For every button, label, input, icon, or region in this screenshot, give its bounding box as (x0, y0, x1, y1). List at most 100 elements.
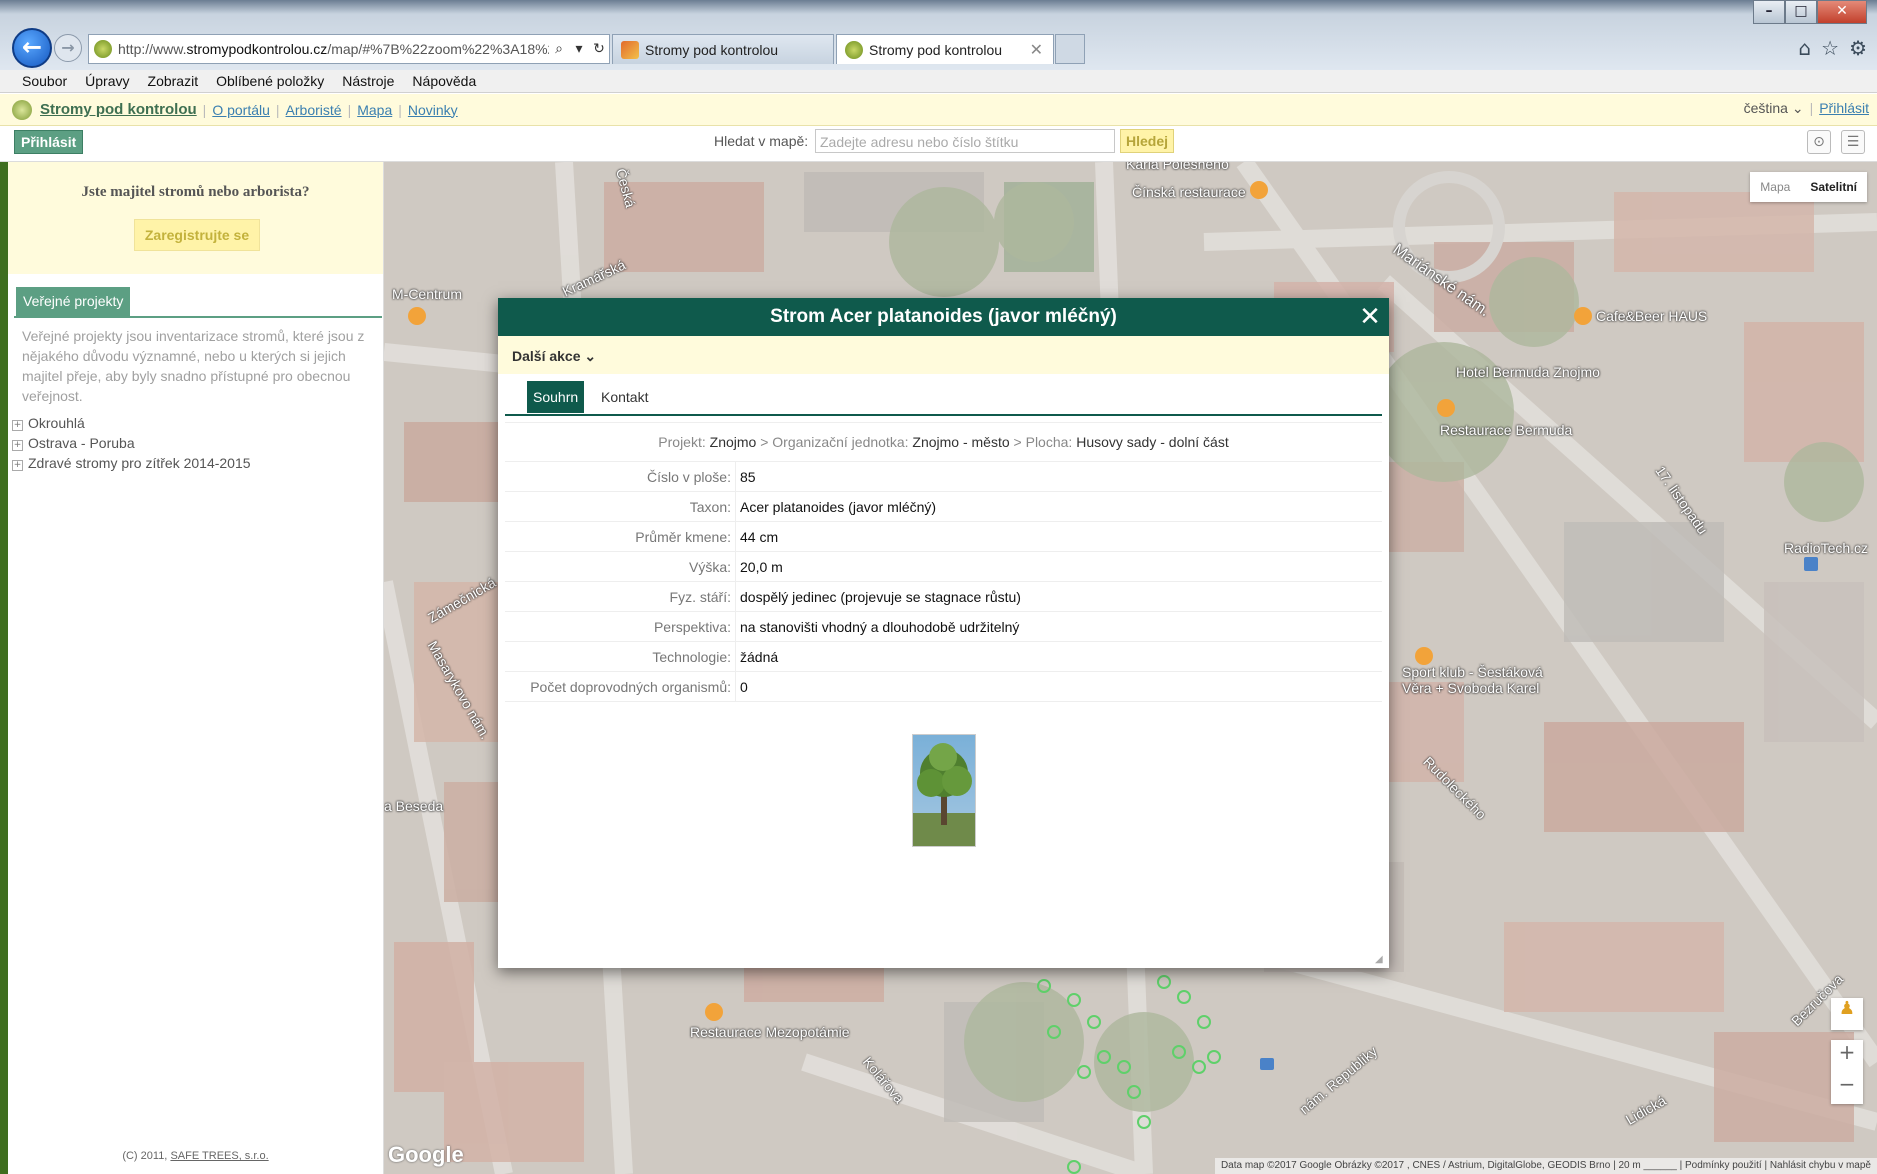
maximize-button[interactable]: □ (1785, 0, 1817, 24)
property-value: 44 cm (735, 521, 1382, 552)
address-bar[interactable]: http://www.stromypodkontrolou.cz/map/#%7… (88, 34, 610, 64)
tab-favicon-icon (845, 40, 863, 59)
property-label: Perspektiva: (505, 611, 736, 642)
forward-button[interactable]: → (54, 34, 82, 62)
project-item[interactable]: + Okrouhlá (12, 415, 85, 431)
locate-icon[interactable]: ⊙ (1807, 130, 1831, 154)
tab-underline (14, 316, 382, 318)
expand-icon[interactable]: + (12, 420, 23, 431)
refresh-icon[interactable]: ↻ (589, 41, 609, 57)
breadcrumb-label: Projekt: (658, 434, 706, 450)
nav-separator: | (398, 101, 402, 118)
table-row: Číslo v ploše: 85 (505, 462, 1382, 492)
breadcrumb-area[interactable]: Husovy sady - dolní část (1076, 434, 1229, 450)
nav-right: čeština ⌄ | Přihlásit (1744, 100, 1869, 117)
menu-napoveda[interactable]: Nápověda (412, 73, 476, 89)
browser-tab-2[interactable]: Stromy pod kontrolou ✕ (836, 34, 1054, 64)
chevron-down-icon: ⌄ (584, 348, 597, 364)
expand-icon[interactable]: + (12, 460, 23, 471)
map-label: RadioTech.cz (1784, 540, 1869, 556)
nav-separator: | (347, 101, 352, 118)
favorites-star-icon[interactable]: ☆ (1821, 36, 1839, 60)
site-nav: Stromy pod kontrolou | O portálu | Arbor… (0, 94, 1877, 126)
login-link[interactable]: Přihlásit (1819, 100, 1869, 117)
browser-tab-1[interactable]: Stromy pod kontrolou (612, 34, 834, 64)
breadcrumb-org-unit[interactable]: Znojmo - město (912, 434, 1009, 450)
close-tab-icon[interactable]: ✕ (1030, 40, 1043, 60)
site-logo-icon (12, 99, 32, 120)
breadcrumb-separator: > (760, 434, 769, 450)
project-item[interactable]: + Zdravé stromy pro zítřek 2014-2015 (12, 455, 251, 471)
tree-photo-thumbnail[interactable] (912, 734, 976, 847)
map-type-satellite[interactable]: Satelitní (1800, 172, 1867, 202)
close-icon[interactable]: ✕ (1356, 302, 1384, 332)
menu-upravy[interactable]: Úpravy (85, 73, 129, 89)
copyright: (C) 2011, SAFE TREES, s.r.o. (8, 1150, 383, 1162)
map-label: Věra + Svoboda Karel (1402, 680, 1540, 696)
menu-oblibene[interactable]: Oblíbené položky (216, 73, 324, 89)
resize-handle-icon[interactable]: ◢ (1375, 954, 1385, 965)
zoom-in-button[interactable]: + (1831, 1040, 1863, 1072)
home-icon[interactable]: ⌂ (1798, 36, 1811, 60)
project-label: Okrouhlá (28, 415, 85, 431)
dropdown-icon[interactable]: ▾ (569, 41, 589, 57)
table-row: Výška: 20,0 m (505, 551, 1382, 582)
property-value: Acer platanoides (javor mléčný) (735, 491, 1382, 522)
nav-arboriste[interactable]: Arboristé (286, 102, 342, 118)
map-label: a Beseda (384, 798, 444, 814)
property-value: 0 (735, 671, 1382, 702)
tab-souhrn[interactable]: Souhrn (527, 381, 585, 413)
map-label: M-Centrum (392, 286, 463, 302)
nav-separator: | (1809, 100, 1814, 116)
legend-list-icon[interactable]: ☰ (1841, 130, 1865, 154)
map-label: Sport klub - Šestáková (1402, 664, 1543, 680)
property-label: Výška: (505, 551, 736, 582)
map-label: Restaurace Bermuda (1440, 422, 1573, 438)
search-button[interactable]: Hledej (1120, 129, 1175, 153)
map-label: Cafe&Beer HAUS (1596, 308, 1708, 324)
more-actions-dropdown[interactable]: Další akce ⌄ (512, 348, 596, 365)
language-select[interactable]: čeština ⌄ (1744, 100, 1804, 117)
map-type-mapa[interactable]: Mapa (1750, 172, 1801, 202)
nav-mapa[interactable]: Mapa (357, 102, 392, 118)
project-label: Zdravé stromy pro zítřek 2014-2015 (28, 455, 251, 471)
tab-kontakt[interactable]: Kontakt (599, 381, 650, 413)
close-window-button[interactable]: ✕ (1817, 0, 1867, 24)
search-input[interactable]: Zadejte adresu nebo číslo štítku (815, 129, 1115, 153)
tree-properties-table: Číslo v ploše: 85 Taxon: Acer platanoides … (505, 462, 1382, 702)
nav-o-portalu[interactable]: O portálu (212, 102, 270, 118)
google-logo: Google (388, 1142, 464, 1167)
menu-soubor[interactable]: Soubor (22, 73, 67, 89)
settings-gear-icon[interactable]: ⚙ (1849, 36, 1867, 60)
property-label: Počet doprovodných organismů: (505, 671, 736, 702)
zoom-out-button[interactable]: − (1831, 1072, 1863, 1104)
property-label: Taxon: (505, 491, 736, 522)
nav-separator: | (202, 101, 207, 118)
table-row: Perspektiva: na stanovišti vhodný a dlouh… (505, 611, 1382, 642)
minimize-button[interactable]: – (1753, 0, 1785, 24)
tab-label: Stromy pod kontrolou (645, 41, 779, 58)
new-tab-button[interactable] (1055, 34, 1085, 64)
register-button[interactable]: Zaregistrujte se (134, 219, 260, 251)
menu-nastroje[interactable]: Nástroje (342, 73, 394, 89)
search-icon[interactable]: ⌕ (549, 41, 569, 57)
menu-zobrazit[interactable]: Zobrazit (148, 73, 199, 89)
street-view-pegman-icon[interactable]: ♟ (1831, 998, 1863, 1030)
property-value: na stanovišti vhodný a dlouhodobě udržit… (735, 611, 1382, 642)
brand-link[interactable]: Stromy pod kontrolou (40, 101, 197, 118)
breadcrumb-project[interactable]: Znojmo (710, 434, 757, 450)
copyright-link[interactable]: SAFE TREES, s.r.o. (170, 1150, 268, 1162)
expand-icon[interactable]: + (12, 440, 23, 451)
more-actions-label: Další akce (512, 348, 581, 364)
dialog-title: Strom Acer platanoides (javor mléčný) (498, 298, 1389, 336)
nav-novinky[interactable]: Novinky (408, 102, 458, 118)
login-button[interactable]: Přihlásit (14, 130, 84, 154)
promo-title: Jste majitel stromů nebo arborista? (81, 184, 310, 200)
table-row: Taxon: Acer platanoides (javor mléčný) (505, 491, 1382, 522)
language-label: čeština (1743, 100, 1788, 116)
nav-separator: | (275, 101, 280, 118)
project-item[interactable]: + Ostrava - Poruba (12, 435, 135, 451)
back-button[interactable]: ← (12, 28, 52, 68)
tab-public-projects[interactable]: Veřejné projekty (16, 287, 131, 316)
url-prefix: http://www. (118, 41, 187, 57)
